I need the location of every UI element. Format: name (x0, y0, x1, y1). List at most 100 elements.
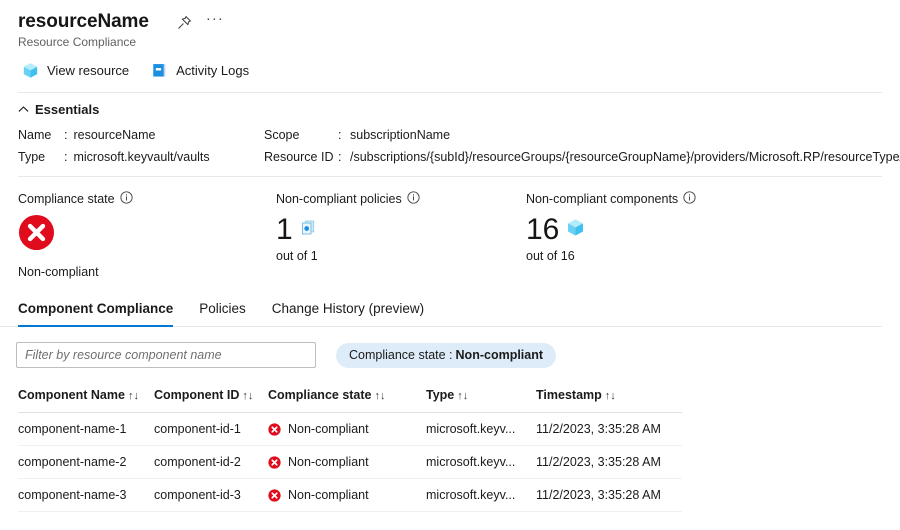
filter-component-name-input[interactable] (16, 342, 316, 368)
info-icon[interactable] (120, 191, 133, 207)
column-header-timestamp-label: Timestamp (536, 388, 602, 402)
metric-compliance-state-label: Compliance state (18, 192, 115, 206)
activity-logs-label: Activity Logs (176, 63, 249, 78)
name-colon: : (64, 128, 67, 142)
table-row[interactable]: component-name-2 component-id-2 Non-comp… (18, 446, 682, 479)
scope-colon: : (338, 128, 350, 142)
noncompliant-components-value: 16 (526, 214, 559, 246)
column-header-component-id-label: Component ID (154, 388, 239, 402)
resource-id-colon: : (338, 150, 350, 164)
column-header-component-name[interactable]: Component Name↑↓ (18, 388, 154, 413)
metrics-row: Compliance state Non-compliant Non-compl… (0, 177, 900, 279)
scope-key: Scope (264, 128, 338, 142)
column-header-timestamp[interactable]: Timestamp↑↓ (536, 388, 682, 413)
metric-noncompliant-components-body: 16 out of 16 (526, 214, 696, 263)
page-subtitle: Resource Compliance (18, 34, 149, 51)
table-head: Component Name↑↓ Component ID↑↓ Complian… (18, 388, 682, 413)
table-header-row: Component Name↑↓ Component ID↑↓ Complian… (18, 388, 682, 413)
noncompliant-policies-value-row: 1 (276, 214, 526, 246)
page-title: resourceName (18, 10, 149, 33)
compliance-state-filter-pill[interactable]: Compliance state : Non-compliant (336, 343, 556, 368)
cell-component-id: component-id-1 (154, 413, 268, 446)
tab-bar: Component Compliance Policies Change His… (0, 279, 882, 327)
cell-timestamp: 11/2/2023, 3:35:28 AM (536, 413, 682, 446)
metric-noncompliant-policies-label-row: Non-compliant policies (276, 191, 526, 207)
error-circle-icon (268, 423, 281, 436)
type-colon: : (64, 150, 67, 164)
header-actions: ··· (177, 14, 224, 30)
cell-timestamp: 11/2/2023, 3:35:28 AM (536, 446, 682, 479)
cell-type: microsoft.keyv... (426, 446, 536, 479)
essentials-heading: Essentials (35, 102, 99, 117)
noncompliant-policies-value: 1 (276, 214, 293, 246)
components-table: Component Name↑↓ Component ID↑↓ Complian… (18, 388, 682, 512)
tab-policies[interactable]: Policies (199, 301, 246, 327)
cube-icon (22, 62, 39, 79)
error-circle-icon (18, 214, 276, 256)
cell-compliance-state: Non-compliant (268, 413, 426, 446)
metric-compliance-state: Compliance state Non-compliant (18, 191, 276, 279)
name-value: resourceName (73, 128, 155, 142)
name-key: Name (18, 128, 64, 142)
compliance-state-filter-value: Non-compliant (456, 348, 544, 362)
noncompliant-policies-sub: out of 1 (276, 249, 526, 263)
error-circle-icon (268, 489, 281, 502)
essentials-section: Essentials Name : resourceName Scope : s… (0, 93, 900, 164)
cell-component-name: component-name-2 (18, 446, 154, 479)
noncompliant-components-sub: out of 16 (526, 249, 696, 263)
metric-noncompliant-policies-label: Non-compliant policies (276, 192, 402, 206)
metric-noncompliant-components-label: Non-compliant components (526, 192, 678, 206)
cell-component-name: component-name-1 (18, 413, 154, 446)
metric-noncompliant-policies-body: 1 out of 1 (276, 214, 526, 263)
view-resource-button[interactable]: View resource (22, 62, 129, 79)
cell-compliance-state: Non-compliant (268, 446, 426, 479)
noncompliant-components-value-row: 16 (526, 214, 696, 246)
metric-compliance-state-body: Non-compliant (18, 214, 276, 279)
column-header-component-name-label: Component Name (18, 388, 125, 402)
metric-noncompliant-components-label-row: Non-compliant components (526, 191, 696, 207)
chevron-up-icon (18, 102, 29, 117)
pin-icon[interactable] (177, 15, 192, 30)
cell-type: microsoft.keyv... (426, 479, 536, 512)
type-key: Type (18, 150, 64, 164)
tab-change-history[interactable]: Change History (preview) (272, 301, 424, 327)
table-body: component-name-1 component-id-1 Non-comp… (18, 413, 682, 512)
column-header-compliance-state-label: Compliance state (268, 388, 372, 402)
policy-document-icon (300, 219, 317, 241)
error-circle-icon (268, 456, 281, 469)
essentials-grid: Name : resourceName Scope : subscription… (18, 128, 900, 164)
filter-row: Compliance state : Non-compliant (0, 327, 900, 368)
cell-component-name: component-name-3 (18, 479, 154, 512)
type-value: microsoft.keyvault/vaults (73, 150, 209, 164)
cell-type: microsoft.keyv... (426, 413, 536, 446)
sort-arrows-icon: ↑↓ (605, 390, 616, 402)
table-row[interactable]: component-name-3 component-id-3 Non-comp… (18, 479, 682, 512)
command-bar: View resource Activity Logs (0, 51, 900, 83)
type-value-pair: : microsoft.keyvault/vaults (64, 150, 264, 164)
scope-value: subscriptionName (350, 128, 900, 142)
column-header-compliance-state[interactable]: Compliance state↑↓ (268, 388, 426, 413)
column-header-type[interactable]: Type↑↓ (426, 388, 536, 413)
sort-arrows-icon: ↑↓ (457, 390, 468, 402)
column-header-type-label: Type (426, 388, 454, 402)
cell-component-id: component-id-3 (154, 479, 268, 512)
info-icon[interactable] (683, 191, 696, 207)
metric-compliance-state-label-row: Compliance state (18, 191, 276, 207)
compliance-state-filter-label: Compliance state : (349, 348, 453, 362)
cell-compliance-state-label: Non-compliant (288, 422, 369, 436)
cell-compliance-state: Non-compliant (268, 479, 426, 512)
tab-component-compliance[interactable]: Component Compliance (18, 301, 173, 327)
resource-id-key: Resource ID (264, 150, 338, 164)
cell-compliance-state-label: Non-compliant (288, 455, 369, 469)
table-row[interactable]: component-name-1 component-id-1 Non-comp… (18, 413, 682, 446)
activity-logs-button[interactable]: Activity Logs (151, 62, 249, 79)
essentials-toggle[interactable]: Essentials (18, 102, 900, 117)
page-header: resourceName Resource Compliance ··· (0, 0, 900, 51)
info-icon[interactable] (407, 191, 420, 207)
more-options-icon[interactable]: ··· (206, 14, 224, 30)
resource-id-value: /subscriptions/{subId}/resourceGroups/{r… (350, 150, 900, 164)
components-table-wrap: Component Name↑↓ Component ID↑↓ Complian… (0, 368, 900, 512)
view-resource-label: View resource (47, 63, 129, 78)
compliance-state-text: Non-compliant (18, 265, 276, 279)
column-header-component-id[interactable]: Component ID↑↓ (154, 388, 268, 413)
